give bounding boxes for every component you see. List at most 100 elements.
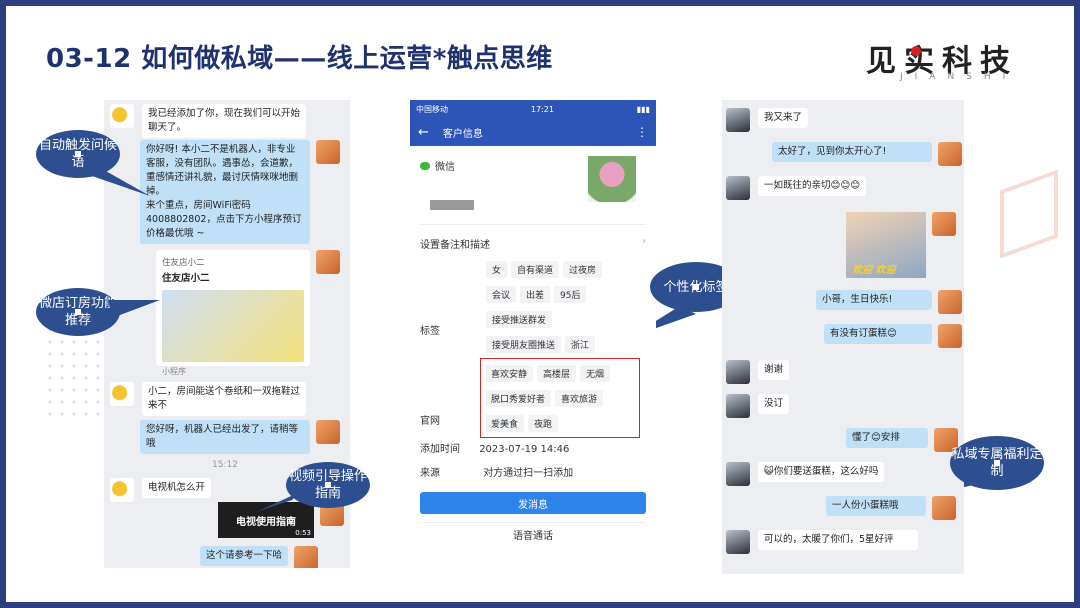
source-row: 来源 对方通过扫一扫添加 — [420, 464, 573, 479]
card-title: 住友店小二 — [162, 273, 210, 284]
bot-avatar — [110, 382, 134, 406]
user-avatar — [932, 496, 956, 520]
user-avatar — [938, 290, 962, 314]
chat-message: 我又来了 — [758, 108, 809, 128]
video-message[interactable]: 电视使用指南 0:53 — [218, 502, 314, 538]
right-chat-panel: 我又来了 太好了，见到你太开心了! 一如既往的亲切😊😊😊 欢迎 欢迎 小哥，生日… — [722, 100, 964, 574]
add-time-label: 添加时间 — [420, 444, 460, 455]
guest-avatar — [726, 394, 750, 418]
video-caption: 电视使用指南 — [236, 516, 296, 528]
sticker-caption: 欢迎 欢迎 — [852, 265, 896, 276]
guest-avatar — [726, 108, 750, 132]
chat-row: 电视机怎么开 — [110, 478, 212, 502]
chat-row: 我已经添加了你，现在我们可以开始聊天了。 — [110, 104, 306, 138]
profile-card: 微信 — [420, 152, 646, 225]
chat-row: 小二，房间能送个卷纸和一双拖鞋过来不 — [110, 382, 306, 416]
chat-row: 没订 — [726, 394, 790, 418]
screen-title: 客户信息 — [442, 128, 483, 140]
callout-auto-greeting: 自动触发问候语 — [36, 130, 120, 178]
callout-video-guide: 视频引导操作指南 — [286, 462, 370, 508]
source-value: 对方通过扫一扫添加 — [483, 468, 574, 479]
add-time-row: 添加时间 2023-07-19 14:46 — [420, 440, 569, 455]
tag: 爱美食 — [485, 415, 525, 432]
tag-row: 接受推送群发 — [486, 308, 654, 333]
tag: 接受朋友圈推送 — [486, 336, 562, 353]
user-avatar — [932, 212, 956, 236]
chat-message: 😺你们要送蛋糕，这么好吗 — [758, 462, 885, 482]
source-label: 来源 — [420, 468, 440, 479]
back-arrow-icon[interactable]: ← — [418, 125, 429, 140]
tag: 喜欢旅游 — [555, 390, 604, 407]
add-time-value: 2023-07-19 14:46 — [479, 444, 570, 455]
guest-avatar — [726, 462, 750, 486]
remark-row[interactable]: 设置备注和描述 › — [420, 236, 646, 251]
chat-message: 一人份小蛋糕哦 — [826, 496, 926, 516]
user-avatar — [316, 420, 340, 444]
welcome-line: 来个重点，房间WiFi密码4008802802，点击下方小程序预订价格最优哦 ~ — [146, 200, 302, 239]
chevron-right-icon: › — [642, 236, 646, 247]
app-bar: ← 客户信息 ⋮ — [410, 118, 656, 146]
tag-row: 会议 出差 95后 — [486, 283, 654, 308]
chat-message: 有没有订蛋糕😊 — [824, 324, 932, 344]
slide-title: 03-12 如何做私域——线上运营*触点思维 — [46, 44, 553, 74]
card-header: 住友店小二 — [162, 258, 205, 268]
tag: 自有渠道 — [511, 261, 560, 278]
tag: 过夜房 — [563, 261, 603, 278]
chat-row: 你好呀! 本小二不是机器人，非专业客服，没有团队。遇事怂，会道歉，重感情还讲礼貌… — [140, 140, 340, 244]
tag: 夜跑 — [528, 415, 559, 432]
chat-row: 您好呀，机器人已经出发了，请稍等哦 — [140, 420, 340, 454]
callout-booking-recommend: 微店订房功能推荐 — [36, 288, 120, 336]
website-label[interactable]: 官网 — [420, 412, 440, 427]
chat-message: 小哥，生日快乐! — [816, 290, 932, 310]
tag: 脱口秀爱好者 — [485, 390, 552, 407]
tag: 喜欢安静 — [485, 365, 534, 382]
customer-avatar — [588, 156, 636, 202]
channel-label: 微信 — [435, 162, 455, 173]
welcome-line: 你好呀! 本小二不是机器人，非专业客服，没有团队。遇事怂，会道歉，重感情还讲礼貌… — [146, 144, 299, 197]
more-menu-icon[interactable]: ⋮ — [636, 125, 648, 139]
welcome-message: 你好呀! 本小二不是机器人，非专业客服，没有团队。遇事怂，会道歉，重感情还讲礼貌… — [140, 140, 310, 244]
tag: 女 — [486, 261, 508, 278]
status-bar: 中国移动 17:21 ▮▮▮ — [410, 100, 656, 118]
chat-row: 😺你们要送蛋糕，这么好吗 — [726, 462, 885, 486]
tag: 高楼层 — [537, 365, 577, 382]
tag-row: 女自有渠道 过夜房 — [486, 258, 654, 283]
send-message-button[interactable]: 发消息 — [420, 492, 646, 514]
chat-message: 电视机怎么开 — [142, 478, 212, 498]
chat-row: 有没有订蛋糕😊 — [824, 324, 962, 348]
status-time: 17:21 — [530, 104, 554, 114]
user-avatar — [316, 140, 340, 164]
tag: 会议 — [486, 286, 517, 303]
tag: 出差 — [520, 286, 551, 303]
chat-row: 懂了😊安排 — [846, 428, 958, 452]
guest-avatar — [726, 360, 750, 384]
chat-row: 谢谢 — [726, 360, 790, 384]
chat-message: 懂了😊安排 — [846, 428, 928, 448]
signal-icon: ▮▮▮ — [636, 104, 650, 114]
guest-avatar — [726, 176, 750, 200]
tag: 无烟 — [580, 365, 611, 382]
chat-row: 一人份小蛋糕哦 — [826, 496, 956, 520]
voice-call-button[interactable]: 语音通话 — [420, 522, 646, 545]
wechat-icon — [420, 161, 430, 170]
chat-row: 欢迎 欢迎 — [846, 212, 956, 278]
chat-message: 我已经添加了你，现在我们可以开始聊天了。 — [142, 104, 306, 138]
company-logo-sub: JIANSHI — [900, 72, 1018, 82]
masked-name — [430, 200, 474, 210]
user-avatar — [294, 546, 319, 568]
chat-message: 可以的，太暖了你们，5星好评 — [758, 530, 918, 550]
tag: 浙江 — [565, 336, 596, 353]
tags-label: 标签 — [420, 326, 440, 337]
tag-row: 接受朋友圈推送 浙江 — [486, 333, 654, 358]
chat-row: 小哥，生日快乐! — [816, 290, 962, 314]
tags-container: 女自有渠道 过夜房 会议 出差 95后 接受推送群发 接受朋友圈推送 浙江 喜欢安静 高楼… — [480, 258, 654, 438]
card-footer: 小程序 — [162, 367, 186, 376]
chat-message: 这个请参考一下哈 — [200, 546, 289, 566]
remark-label: 设置备注和描述 — [420, 240, 490, 251]
chat-message: 谢谢 — [758, 360, 790, 380]
chat-row: 住友店小二 住友店小二 小程序 — [156, 250, 340, 376]
time-separator: 15:12 — [212, 460, 238, 470]
mini-program-card[interactable]: 住友店小二 住友店小二 小程序 — [156, 250, 310, 376]
chat-row: 一如既往的亲切😊😊😊 — [726, 176, 867, 200]
guest-avatar — [726, 530, 750, 554]
